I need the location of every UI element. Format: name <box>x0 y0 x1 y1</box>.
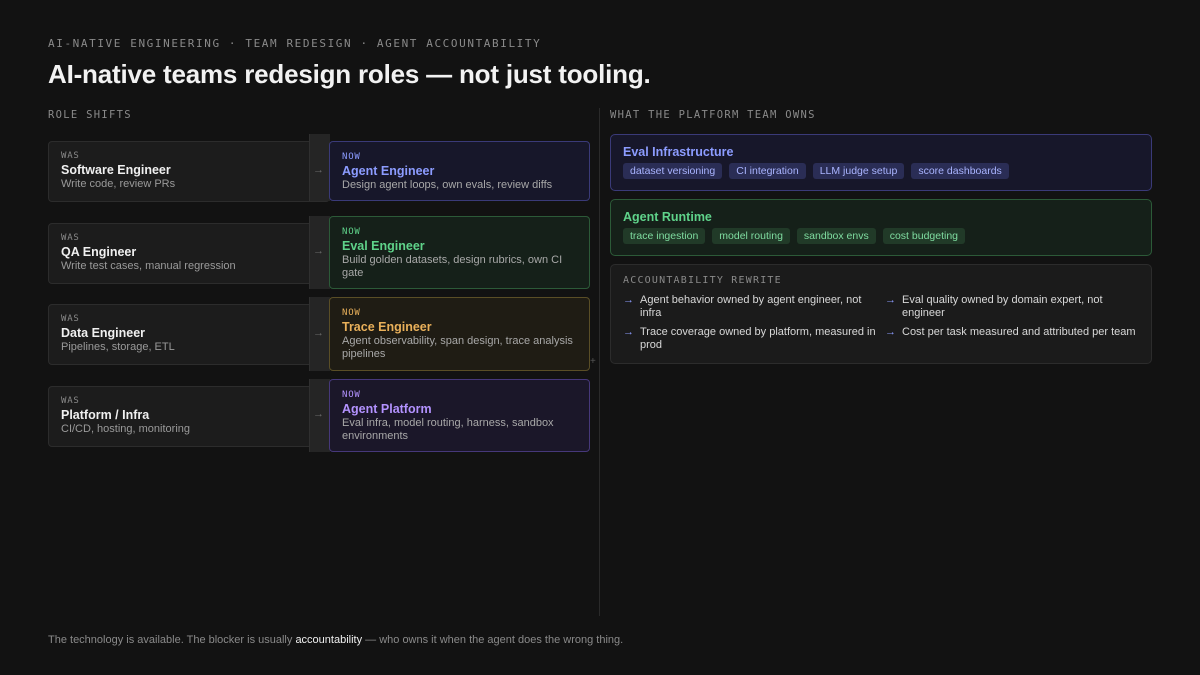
was-tag: WAS <box>61 396 80 406</box>
now-desc: Eval infra, model routing, harness, sand… <box>342 417 554 442</box>
column-divider <box>599 108 600 616</box>
chip: dataset versioning <box>623 163 723 179</box>
list-item: → Cost per task measured and attributed … <box>885 326 1147 352</box>
now-card-3: NOW Trace Engineer Agent observability, … <box>329 297 590 371</box>
footer-note: The technology is available. The blocker… <box>48 634 623 646</box>
was-role: Platform / Infra <box>61 408 150 422</box>
plus-icon: + <box>590 356 596 367</box>
now-desc: Build golden datasets, design rubrics, o… <box>342 254 563 279</box>
list-item-text: Eval quality owned by domain expert, not… <box>902 294 1103 319</box>
now-role: Agent Engineer <box>342 164 435 178</box>
arrow-right-icon: → <box>885 294 896 306</box>
now-desc: Design agent loops, own evals, review di… <box>342 179 553 191</box>
chip: LLM judge setup <box>812 163 905 179</box>
was-card-3: WAS Data Engineer Pipelines, storage, ET… <box>48 304 330 365</box>
was-tag: WAS <box>61 151 80 161</box>
footer-highlight: accountability <box>295 634 363 646</box>
arrow-right-icon: → <box>623 326 634 338</box>
footer-text-post: — who owns it when the agent does the wr… <box>362 634 624 646</box>
page-title: AI-native teams redesign roles — not jus… <box>48 59 651 89</box>
arrow-right-icon: → <box>885 326 896 338</box>
list-item: → Trace coverage owned by platform, meas… <box>623 326 885 352</box>
now-tag: NOW <box>342 390 361 400</box>
chip: sandbox envs <box>796 228 876 244</box>
was-tag: WAS <box>61 314 80 324</box>
chip-list: trace ingestion model routing sandbox en… <box>623 228 1139 244</box>
role-shifts-label: ROLE SHIFTS <box>48 109 132 121</box>
arrow-right-icon: → <box>313 327 324 339</box>
list-item-text: Trace coverage owned by platform, measur… <box>640 326 876 351</box>
now-tag: NOW <box>342 227 361 237</box>
accountability-rewrite-card: ACCOUNTABILITY REWRITE → Agent behavior … <box>610 264 1152 364</box>
accountability-list: → Agent behavior owned by agent engineer… <box>623 294 1139 352</box>
was-desc: Write code, review PRs <box>61 178 176 190</box>
now-card-2: NOW Eval Engineer Build golden datasets,… <box>329 216 590 289</box>
eyebrow: AI-NATIVE ENGINEERING · TEAM REDESIGN · … <box>48 37 542 50</box>
accountability-label: ACCOUNTABILITY REWRITE <box>623 275 782 286</box>
arrow-right-icon: → <box>313 408 324 420</box>
platform-owns-label: WHAT THE PLATFORM TEAM OWNS <box>610 109 816 121</box>
now-role: Trace Engineer <box>342 320 432 334</box>
card-title: Eval Infrastructure <box>623 145 734 159</box>
list-item-text: Agent behavior owned by agent engineer, … <box>640 294 862 319</box>
chip: trace ingestion <box>623 228 706 244</box>
now-role: Agent Platform <box>342 402 432 416</box>
was-role: Data Engineer <box>61 326 146 340</box>
chip: cost budgeting <box>882 228 966 244</box>
list-item: → Eval quality owned by domain expert, n… <box>885 294 1147 320</box>
list-item-text: Cost per task measured and attributed pe… <box>902 326 1136 338</box>
was-card-2: WAS QA Engineer Write test cases, manual… <box>48 223 330 284</box>
arrow-right-icon: → <box>623 294 634 306</box>
now-card-1: NOW Agent Engineer Design agent loops, o… <box>329 141 590 201</box>
now-card-4: NOW Agent Platform Eval infra, model rou… <box>329 379 590 452</box>
eval-infrastructure-card: Eval Infrastructure dataset versioning C… <box>610 134 1152 191</box>
agent-runtime-card: Agent Runtime trace ingestion model rout… <box>610 199 1152 256</box>
chip-list: dataset versioning CI integration LLM ju… <box>623 163 1139 179</box>
now-role: Eval Engineer <box>342 239 425 253</box>
was-desc: CI/CD, hosting, monitoring <box>61 423 190 435</box>
card-title: Agent Runtime <box>623 210 712 224</box>
now-tag: NOW <box>342 152 361 162</box>
chip: CI integration <box>729 163 806 179</box>
arrow-right-icon: → <box>313 245 324 257</box>
was-tag: WAS <box>61 233 80 243</box>
was-card-4: WAS Platform / Infra CI/CD, hosting, mon… <box>48 386 330 447</box>
list-item: → Agent behavior owned by agent engineer… <box>623 294 885 320</box>
now-tag: NOW <box>342 308 361 318</box>
now-desc: Agent observability, span design, trace … <box>342 335 573 360</box>
chip: model routing <box>712 228 790 244</box>
footer-text-pre: The technology is available. The blocker… <box>48 634 296 646</box>
was-role: Software Engineer <box>61 163 171 177</box>
was-card-1: WAS Software Engineer Write code, review… <box>48 141 330 202</box>
arrow-right-icon: → <box>313 164 324 176</box>
chip: score dashboards <box>911 163 1009 179</box>
was-desc: Pipelines, storage, ETL <box>61 341 175 353</box>
was-role: QA Engineer <box>61 245 137 259</box>
was-desc: Write test cases, manual regression <box>61 260 236 272</box>
